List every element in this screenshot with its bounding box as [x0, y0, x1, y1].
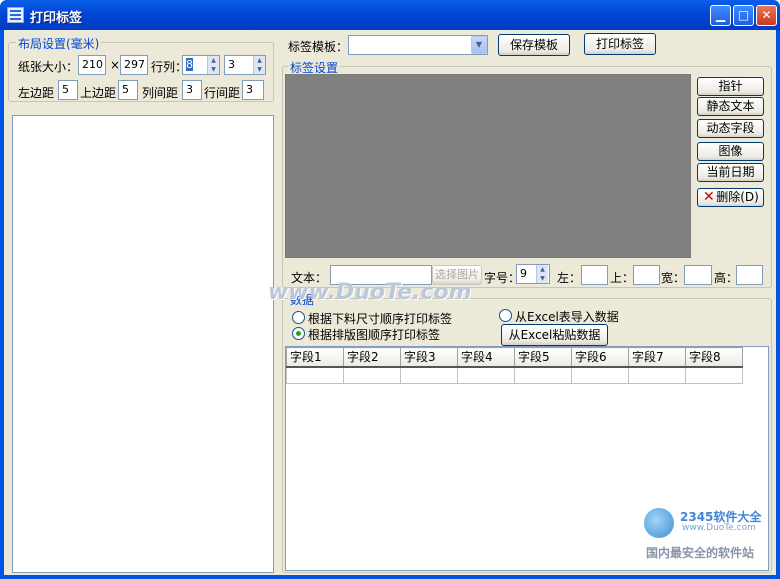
top-pos-label: 上：: [610, 271, 635, 285]
height-input[interactable]: [736, 265, 763, 285]
left-margin-label: 左边距: [18, 86, 55, 100]
delete-label: 删除(D): [716, 190, 759, 204]
pointer-tool-button[interactable]: 指针: [697, 77, 764, 96]
print-label-button[interactable]: 打印标签: [584, 33, 656, 55]
layout-preview[interactable]: [12, 115, 274, 573]
template-select[interactable]: [348, 35, 488, 55]
static-text-tool-button[interactable]: 静态文本: [697, 97, 764, 116]
paper-height-input[interactable]: 297: [120, 55, 148, 75]
spin-up-icon[interactable]: ▲: [537, 265, 548, 274]
mascot-logo-icon: [644, 508, 674, 538]
radio-from-excel[interactable]: [499, 309, 512, 322]
app-window: 打印标签 ▁ □ ✕ 布局设置(毫米) 纸张大小： 210 × 297 行列： …: [0, 0, 780, 579]
top-pos-input[interactable]: [633, 265, 660, 285]
left-margin-input[interactable]: 5: [58, 80, 78, 100]
spin-down-icon[interactable]: ▼: [208, 65, 219, 74]
paper-size-label: 纸张大小：: [18, 60, 79, 74]
column-header-8[interactable]: 字段8: [685, 347, 743, 368]
column-header-5[interactable]: 字段5: [514, 347, 572, 368]
column-header-7[interactable]: 字段7: [628, 347, 686, 368]
close-icon: ✕: [761, 8, 772, 22]
top-margin-input[interactable]: 5: [118, 80, 138, 100]
times-sign: ×: [110, 58, 121, 72]
current-date-tool-button[interactable]: 当前日期: [697, 163, 764, 182]
close-button[interactable]: ✕: [756, 5, 777, 26]
table-header-row: 字段1 字段2 字段3 字段4 字段5 字段6 字段7 字段8: [286, 347, 743, 368]
maximize-icon: □: [737, 8, 750, 22]
col-gap-input[interactable]: 3: [182, 80, 202, 100]
row-gap-input[interactable]: 3: [242, 80, 264, 100]
radio-by-cut-size[interactable]: [292, 311, 305, 324]
radio-by-cut-size-label: 根据下料尺寸顺序打印标签: [308, 312, 453, 326]
col-gap-label: 列间距: [142, 86, 179, 100]
label-design-canvas[interactable]: [285, 74, 691, 258]
column-header-2[interactable]: 字段2: [343, 347, 401, 368]
delete-icon: ✕: [703, 189, 715, 205]
column-header-4[interactable]: 字段4: [457, 347, 515, 368]
width-label: 宽：: [661, 271, 686, 285]
top-margin-label: 上边距: [80, 86, 117, 100]
rows-value: 8: [186, 58, 193, 71]
left-pos-label: 左：: [557, 271, 582, 285]
image-tool-button[interactable]: 图像: [697, 142, 764, 161]
spin-up-icon[interactable]: ▲: [254, 56, 265, 65]
width-input[interactable]: [684, 265, 712, 285]
save-template-button[interactable]: 保存模板: [498, 34, 570, 56]
maximize-button[interactable]: □: [733, 5, 754, 26]
minimize-button[interactable]: ▁: [710, 5, 731, 26]
spin-down-icon[interactable]: ▼: [537, 274, 548, 283]
minimize-icon: ▁: [715, 8, 726, 22]
app-icon: [7, 7, 24, 23]
rows-spin-buttons[interactable]: ▲ ▼: [207, 56, 219, 74]
layout-group-title: 布局设置(毫米): [16, 35, 102, 52]
table-cell[interactable]: [685, 366, 743, 384]
table-cell[interactable]: [514, 366, 572, 384]
title-bar[interactable]: 打印标签 ▁ □ ✕: [0, 0, 780, 30]
row-gap-label: 行间距: [204, 86, 241, 100]
spin-up-icon[interactable]: ▲: [208, 56, 219, 65]
cols-spin-buttons[interactable]: ▲ ▼: [253, 56, 265, 74]
table-cell[interactable]: [286, 366, 344, 384]
font-size-label: 字号：: [484, 271, 521, 285]
left-pos-input[interactable]: [581, 265, 608, 285]
delete-button[interactable]: ✕ 删除(D): [697, 188, 764, 207]
data-table[interactable]: 字段1 字段2 字段3 字段4 字段5 字段6 字段7 字段8: [286, 347, 743, 384]
table-row[interactable]: [286, 366, 743, 384]
spin-down-icon[interactable]: ▼: [254, 65, 265, 74]
table-cell[interactable]: [571, 366, 629, 384]
table-cell[interactable]: [457, 366, 515, 384]
table-cell[interactable]: [628, 366, 686, 384]
column-header-6[interactable]: 字段6: [571, 347, 629, 368]
chevron-down-icon[interactable]: ▼: [471, 36, 487, 54]
radio-from-excel-label: 从Excel表导入数据: [515, 310, 619, 324]
height-label: 高：: [714, 271, 739, 285]
radio-by-layout-label: 根据排版图顺序打印标签: [308, 328, 441, 342]
table-cell[interactable]: [400, 366, 458, 384]
paper-width-input[interactable]: 210: [78, 55, 106, 75]
template-label: 标签模板：: [288, 40, 349, 54]
font-size-spin-buttons[interactable]: ▲ ▼: [536, 265, 548, 283]
cols-value: 3: [228, 58, 235, 71]
watermark-url: www.DuoTe.com: [682, 523, 756, 533]
table-cell[interactable]: [343, 366, 401, 384]
column-header-1[interactable]: 字段1: [286, 347, 344, 368]
watermark-center: www.DuoTe.com: [268, 280, 472, 305]
window-title: 打印标签: [30, 11, 83, 26]
dynamic-field-tool-button[interactable]: 动态字段: [697, 119, 764, 138]
paste-from-excel-button[interactable]: 从Excel粘贴数据: [501, 324, 608, 346]
watermark-slogan: 国内最安全的软件站: [646, 546, 755, 560]
radio-by-layout[interactable]: [292, 327, 305, 340]
column-header-3[interactable]: 字段3: [400, 347, 458, 368]
